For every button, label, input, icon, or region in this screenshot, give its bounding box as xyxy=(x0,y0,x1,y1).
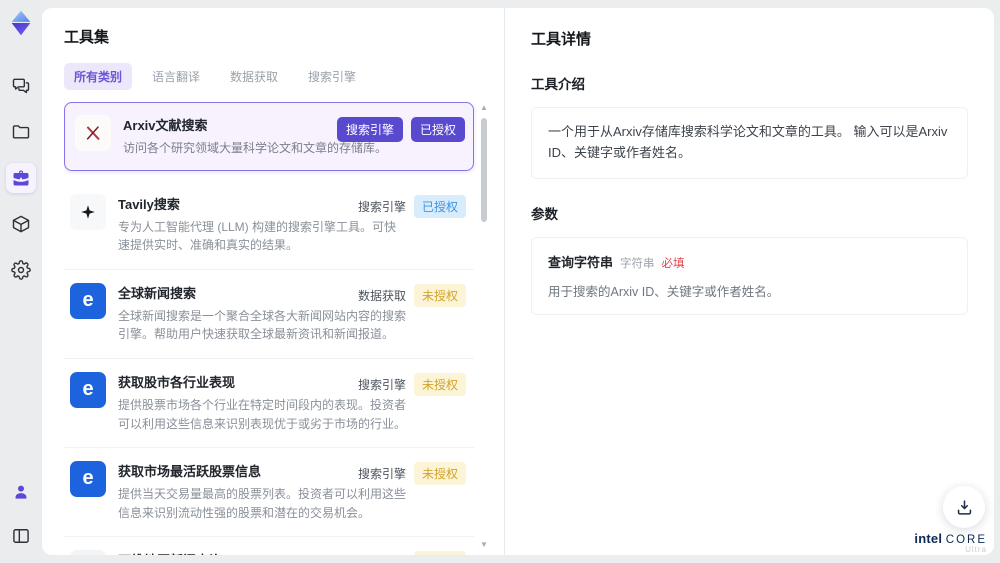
tool-category-tag: 搜索引擎 xyxy=(357,377,406,392)
page-title: 工具集 xyxy=(64,29,110,46)
tool-auth-badge: 已授权 xyxy=(410,117,465,142)
cube-icon xyxy=(11,214,31,234)
globe-tool-icon: e xyxy=(70,282,106,319)
folder-icon xyxy=(11,122,31,142)
panel-icon xyxy=(11,526,31,546)
download-icon xyxy=(955,498,974,517)
download-button[interactable] xyxy=(943,486,985,528)
intro-text: 一个用于从Arxiv存储库搜索科学论文和文章的工具。 输入可以是Arxiv ID… xyxy=(548,124,948,160)
tab-0[interactable]: 所有类别 xyxy=(64,63,133,90)
scrollbar[interactable]: ▲ ▼ xyxy=(478,102,490,555)
param-box: 查询字符串 字符串 必填 用于搜索的Arxiv ID、关键字或作者姓名。 xyxy=(531,236,968,315)
tab-1[interactable]: 语言翻译 xyxy=(142,63,210,90)
param-header: 查询字符串 字符串 必填 xyxy=(548,252,951,271)
tab-3[interactable]: 搜索引擎 xyxy=(298,63,366,90)
globe-tool-icon: e xyxy=(70,461,106,498)
tool-name: 万维地区新闻查询 xyxy=(118,550,382,555)
intel-core-logo: intel CORE Ultra xyxy=(914,530,987,555)
rail-nav xyxy=(0,71,42,285)
tool-description: 提供股票市场各个行业在特定时间段内的表现。投资者可以利用这些信息来识别表现优于或… xyxy=(118,397,407,431)
scroll-down-icon[interactable]: ▼ xyxy=(480,541,488,549)
globe-tool-icon: e xyxy=(70,371,106,408)
tool-row[interactable]: e 获取市场最活跃股票信息 提供当天交易量最高的股票列表。投资者可以利用这些信息… xyxy=(64,448,474,538)
tool-category-tag: 搜索引擎 xyxy=(336,117,403,142)
user-icon xyxy=(11,482,31,502)
tool-description: 全球新闻搜索是一个聚合全球各大新闻网站内容的搜索引擎。帮助用户快速获取全球最新资… xyxy=(118,308,407,342)
tool-row[interactable]: 万维地区新闻查询 查询具体行政区划内的新闻，快速了解各地新闻动 搜索引擎 未授权 xyxy=(64,537,474,555)
tab-2[interactable]: 数据获取 xyxy=(220,63,288,90)
sidebar-item-cube[interactable] xyxy=(6,209,36,239)
tool-row[interactable]: e 全球新闻搜索 全球新闻搜索是一个聚合全球各大新闻网站内容的搜索引擎。帮助用户… xyxy=(64,270,474,359)
sidebar-item-toolbox[interactable] xyxy=(6,163,36,193)
param-required-badge: 必填 xyxy=(661,257,685,270)
params-heading: 参数 xyxy=(531,206,558,222)
tool-description: 专为人工智能代理 (LLM) 构建的搜索引擎工具。可快速提供实时、准确和真实的结… xyxy=(118,219,397,253)
tool-row[interactable]: Arxiv文献搜索 访问各个研究领域大量科学论文和文章的存储库。 搜索引擎 已授… xyxy=(64,102,474,171)
rail-bottom xyxy=(6,477,36,551)
toolbox-icon xyxy=(11,168,31,188)
core-wordmark: CORE xyxy=(945,533,987,546)
app-logo-icon xyxy=(7,9,35,37)
brand-subtext: Ultra xyxy=(965,545,987,555)
chat-icon xyxy=(11,76,31,96)
tool-category-tag: 搜索引擎 xyxy=(358,554,406,555)
scrollbar-thumb[interactable] xyxy=(481,118,487,222)
tool-category-tag: 搜索引擎 xyxy=(357,199,406,214)
scroll-up-icon[interactable]: ▲ xyxy=(480,104,488,112)
building-tool-icon xyxy=(70,550,106,555)
intel-wordmark: intel xyxy=(914,530,943,546)
category-tabs: 所有类别 语言翻译 数据获取 搜索引擎 xyxy=(64,63,490,90)
sidebar-item-folder[interactable] xyxy=(6,117,36,147)
intro-box: 一个用于从Arxiv存储库搜索科学论文和文章的工具。 输入可以是Arxiv ID… xyxy=(531,107,968,179)
tool-row[interactable]: e 获取股市各行业表现 提供股票市场各个行业在特定时间段内的表现。投资者可以利用… xyxy=(64,359,474,449)
arxiv-tool-icon xyxy=(75,115,111,151)
tool-auth-badge: 未授权 xyxy=(413,283,466,307)
settings-icon xyxy=(11,260,31,280)
tool-list: Arxiv文献搜索 访问各个研究领域大量科学论文和文章的存储库。 搜索引擎 已授… xyxy=(64,102,490,555)
param-desc: 用于搜索的Arxiv ID、关键字或作者姓名。 xyxy=(548,284,780,299)
tool-category-tag: 数据获取 xyxy=(357,288,406,303)
tool-description: 提供当天交易量最高的股票列表。投资者可以利用这些信息来识别流动性强的股票和潜在的… xyxy=(118,487,407,520)
param-type: 字符串 xyxy=(620,257,655,270)
tavily-tool-icon xyxy=(70,193,106,230)
param-name: 查询字符串 xyxy=(548,254,614,270)
intro-heading: 工具介绍 xyxy=(531,77,585,92)
detail-title: 工具详情 xyxy=(531,31,592,48)
tool-auth-badge: 未授权 xyxy=(413,462,466,486)
sidebar-item-chat[interactable] xyxy=(6,71,36,101)
tool-auth-badge: 已授权 xyxy=(413,194,466,218)
tool-list-pane: 工具集 所有类别 语言翻译 数据获取 搜索引擎 Arxiv文献搜索 访问各个研究领域大… xyxy=(42,8,504,555)
tool-row[interactable]: Tavily搜索 专为人工智能代理 (LLM) 构建的搜索引擎工具。可快速提供实… xyxy=(64,181,474,270)
sidebar-item-user[interactable] xyxy=(6,477,36,507)
sidebar-item-panel[interactable] xyxy=(6,521,36,551)
left-rail xyxy=(0,0,42,563)
tool-auth-badge: 未授权 xyxy=(413,372,466,396)
sidebar-item-settings[interactable] xyxy=(6,255,36,285)
tool-detail-pane: 工具详情 工具介绍 一个用于从Arxiv存储库搜索科学论文和文章的工具。 输入可… xyxy=(504,8,994,555)
tool-auth-badge: 未授权 xyxy=(413,551,466,555)
tool-category-tag: 搜索引擎 xyxy=(357,467,406,482)
main-card: 工具集 所有类别 语言翻译 数据获取 搜索引擎 Arxiv文献搜索 访问各个研究领域大… xyxy=(42,8,994,555)
